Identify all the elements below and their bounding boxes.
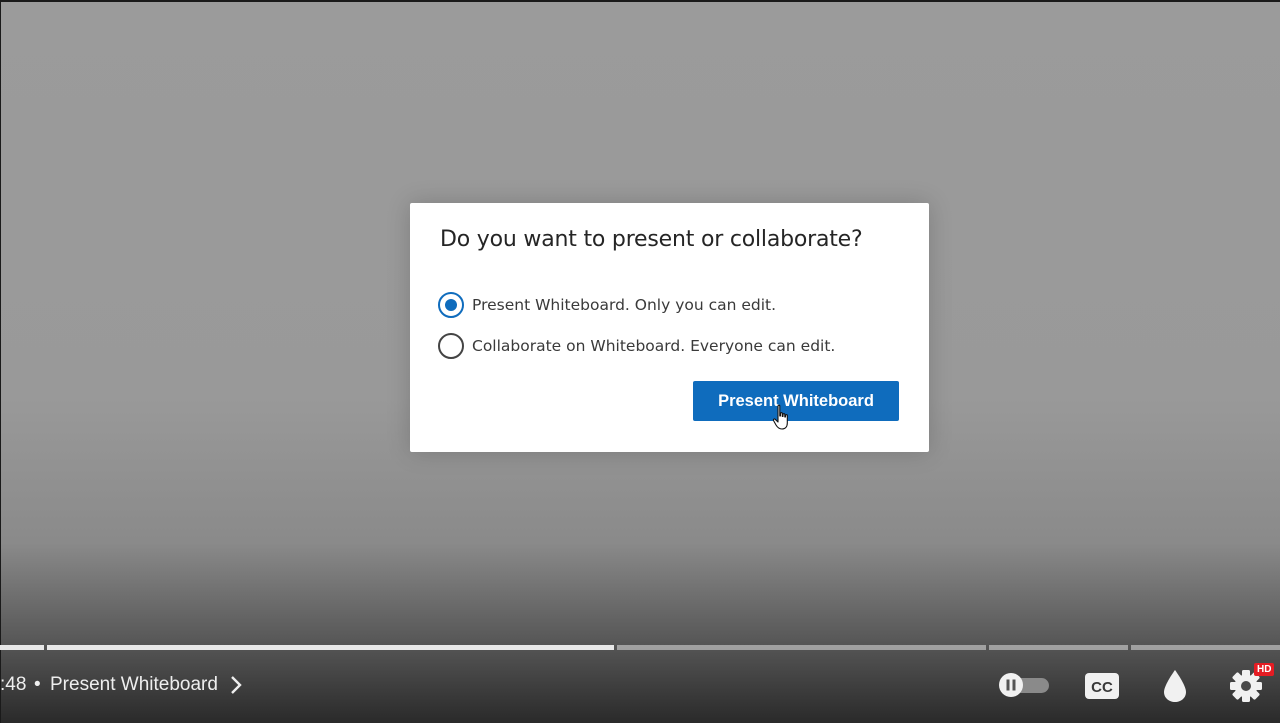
chapter-segment[interactable] <box>617 645 986 650</box>
segment-played-fill <box>47 645 614 650</box>
dialog-title: Do you want to present or collaborate? <box>440 227 863 252</box>
chapter-separator: • <box>34 674 41 695</box>
present-whiteboard-button[interactable]: Present Whiteboard <box>693 381 899 421</box>
collaborate-radio[interactable] <box>438 333 464 359</box>
chapter-segment[interactable] <box>989 645 1128 650</box>
closed-captions-icon[interactable]: CC <box>1084 672 1120 700</box>
present-radio[interactable] <box>438 292 464 318</box>
chapter-segment[interactable] <box>1131 645 1280 650</box>
collaborate-option[interactable]: Collaborate on Whiteboard. Everyone can … <box>438 333 835 359</box>
present-option-label: Present Whiteboard. Only you can edit. <box>472 296 777 314</box>
radio-selected-dot <box>445 299 457 311</box>
chapter-segment[interactable] <box>47 645 614 650</box>
chevron-right-icon[interactable] <box>228 674 244 696</box>
autoplay-toggle-icon[interactable] <box>997 672 1051 698</box>
present-or-collaborate-dialog: Do you want to present or collaborate? P… <box>410 203 929 452</box>
svg-text:CC: CC <box>1091 679 1113 696</box>
ambient-drop-icon[interactable] <box>1161 668 1189 704</box>
chapter-segment[interactable] <box>0 645 44 650</box>
segment-played-fill <box>0 645 44 650</box>
collaborate-option-label: Collaborate on Whiteboard. Everyone can … <box>472 337 836 355</box>
current-time: :48 <box>0 674 27 695</box>
present-option[interactable]: Present Whiteboard. Only you can edit. <box>438 292 776 318</box>
video-progress-bar[interactable] <box>0 645 1280 650</box>
chapter-title[interactable]: Present Whiteboard <box>50 674 218 696</box>
hd-badge: HD <box>1254 663 1275 676</box>
hand-pointer-cursor-icon <box>772 404 788 430</box>
player-controls: :48 • Present Whiteboard CC <box>0 662 1280 710</box>
